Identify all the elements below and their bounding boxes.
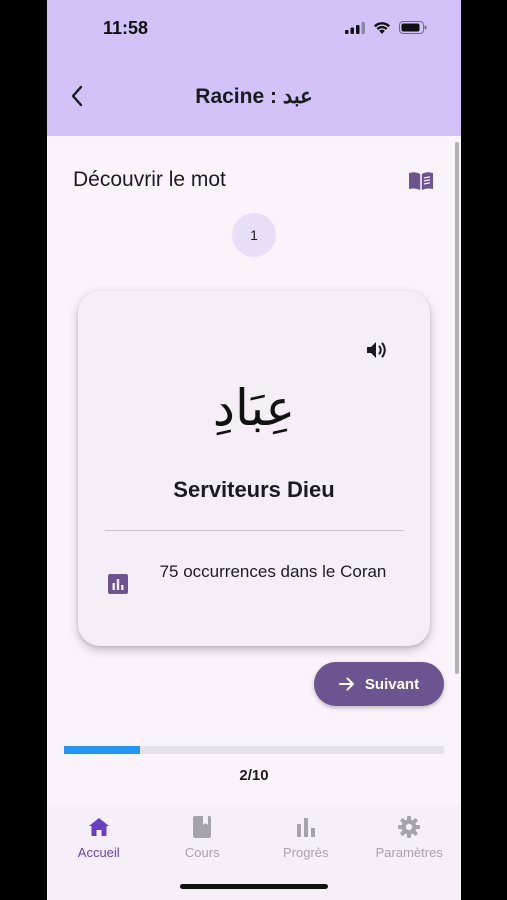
home-icon — [87, 815, 111, 839]
word-card: عِبَادِ Serviteurs Dieu 75 occurrences d… — [78, 291, 430, 646]
cellular-signal-icon — [345, 21, 365, 34]
section-title: Découvrir le mot — [73, 168, 226, 191]
nav-label: Accueil — [77, 845, 120, 860]
app-bar: Racine : عبد — [47, 56, 461, 136]
arabic-word: عِبَادِ — [212, 379, 296, 437]
progress-fill — [64, 746, 140, 754]
wifi-icon — [374, 22, 390, 34]
gear-icon — [397, 815, 421, 839]
book-icon — [190, 815, 214, 839]
word-translation: Serviteurs Dieu — [173, 477, 335, 502]
page-title: Racine : عبد — [195, 85, 313, 108]
step-badge: 1 — [232, 213, 276, 257]
bar-chart-icon — [294, 815, 318, 839]
progress-label: 2/10 — [239, 767, 269, 784]
next-button[interactable]: Suivant — [314, 662, 444, 706]
status-icons — [345, 21, 427, 34]
home-indicator — [180, 884, 328, 889]
audio-button[interactable] — [364, 337, 390, 363]
status-time: 11:58 — [103, 18, 149, 38]
nav-label: Progrès — [282, 845, 329, 860]
nav-label: Paramètres — [375, 845, 443, 860]
phone-screen: 11:58 Racine : عبد Découvrir le mot 1 عِ… — [47, 0, 461, 900]
book-open-icon — [409, 172, 433, 190]
book-button[interactable] — [407, 168, 435, 194]
volume-icon — [367, 342, 386, 358]
occurrences-text: 75 occurrences dans le Coran — [159, 562, 387, 581]
arrow-right-icon — [338, 677, 354, 691]
progress-bar — [64, 746, 444, 754]
scrollbar[interactable] — [455, 142, 459, 674]
bar-chart-icon — [108, 574, 128, 594]
battery-icon — [399, 21, 427, 34]
nav-label: Cours — [184, 845, 220, 860]
card-divider — [105, 530, 404, 531]
next-button-label: Suivant — [364, 675, 420, 693]
status-bar: 11:58 — [47, 0, 461, 56]
nav-item-parametres[interactable]: Paramètres — [358, 804, 462, 900]
nav-item-accueil[interactable]: Accueil — [47, 804, 151, 900]
